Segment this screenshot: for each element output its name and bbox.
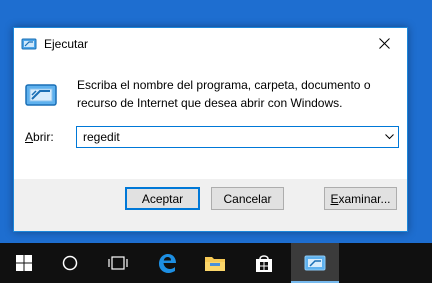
open-label: Abrir: bbox=[25, 129, 54, 145]
open-input[interactable] bbox=[77, 127, 377, 147]
description-line: Escriba el nombre del programa, carpeta,… bbox=[77, 78, 371, 92]
browse-button[interactable]: Examinar... bbox=[324, 187, 397, 210]
run-app-icon bbox=[21, 38, 37, 50]
close-button[interactable] bbox=[361, 28, 407, 59]
open-label-text: brir: bbox=[33, 130, 54, 144]
run-app-icon bbox=[304, 255, 326, 271]
ok-button[interactable]: Aceptar bbox=[125, 187, 200, 210]
open-combobox[interactable] bbox=[76, 126, 399, 148]
task-view-button[interactable] bbox=[94, 243, 142, 283]
edge-button[interactable] bbox=[143, 243, 191, 283]
title-bar[interactable]: Ejecutar bbox=[14, 28, 407, 59]
combo-dropdown-button[interactable] bbox=[380, 127, 398, 147]
store-icon bbox=[256, 255, 272, 272]
task-view-icon bbox=[108, 256, 128, 270]
open-label-accelerator: A bbox=[25, 130, 34, 144]
file-explorer-button[interactable] bbox=[191, 243, 239, 283]
dialog-footer: Aceptar Cancelar Examinar... bbox=[14, 179, 407, 231]
store-button[interactable] bbox=[240, 243, 288, 283]
browse-label-text: xaminar... bbox=[338, 191, 391, 206]
run-dialog: Ejecutar Escriba el nombre del programa,… bbox=[13, 27, 408, 232]
windows-start-icon bbox=[16, 255, 32, 271]
browse-accelerator: E bbox=[330, 191, 339, 206]
description-line: recurso de Internet que desea abrir con … bbox=[77, 96, 343, 110]
close-icon bbox=[378, 38, 390, 49]
file-explorer-icon bbox=[205, 257, 225, 271]
chevron-down-icon bbox=[384, 134, 394, 140]
start-button[interactable] bbox=[0, 243, 48, 283]
run-app-icon bbox=[25, 84, 57, 106]
run-taskbar-button[interactable] bbox=[291, 243, 339, 283]
dialog-body: Escriba el nombre del programa, carpeta,… bbox=[14, 59, 407, 179]
dialog-title: Ejecutar bbox=[44, 37, 89, 51]
cortana-search-icon bbox=[62, 255, 78, 271]
description-text: Escriba el nombre del programa, carpeta,… bbox=[77, 76, 397, 112]
taskbar bbox=[0, 243, 432, 283]
cortana-button[interactable] bbox=[46, 243, 94, 283]
cancel-button[interactable]: Cancelar bbox=[211, 187, 284, 210]
edge-browser-icon bbox=[159, 254, 176, 273]
